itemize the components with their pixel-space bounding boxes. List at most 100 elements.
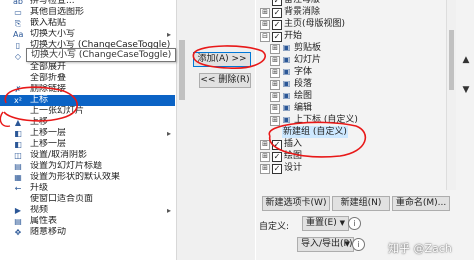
checkbox[interactable]: ✓ — [272, 140, 282, 150]
command-item[interactable]: 上一张幻灯片 — [0, 106, 175, 117]
checkbox[interactable]: ✓ — [272, 32, 282, 42]
help-icon[interactable]: i — [352, 238, 365, 251]
checkbox[interactable]: ✓ — [272, 164, 282, 174]
command-item[interactable]: ✥ 随意移动 — [0, 227, 175, 238]
ribbon-tab-node[interactable]: ⊞ ✓ 插入 — [256, 138, 456, 150]
remove-button[interactable]: << 删除(R) — [199, 73, 251, 88]
commands-scrollbar[interactable] — [176, 0, 187, 260]
properties-icon: ▤ — [14, 217, 22, 226]
ribbon-group-node[interactable]: 新建组 (自定义) — [256, 126, 456, 138]
rename-button[interactable]: 重命名(M)... — [392, 196, 450, 211]
command-label: 拼写检查... — [30, 0, 75, 6]
ribbon-tab-node[interactable]: ⊞ ✓ 主页(母版视图) — [256, 18, 456, 30]
ribbon-tab-node[interactable]: ⊞ ✓ 背景消除 — [256, 6, 456, 18]
expand-toggle-icon[interactable]: ⊞ — [270, 44, 280, 54]
command-item[interactable]: ab 拼写检查... — [0, 0, 175, 7]
command-item[interactable]: Aa 切换大小写 ▸ — [0, 29, 175, 40]
command-item[interactable]: ◧ 上移一层 ▸ — [0, 128, 175, 139]
command-label: 升级 — [30, 183, 49, 193]
move-up-icon: ▲ — [14, 118, 22, 127]
command-label: 视频 — [30, 205, 49, 215]
expand-toggle-icon[interactable]: ⊟ — [260, 32, 270, 42]
title-icon: ▤ — [14, 162, 22, 171]
scrollbar-thumb[interactable] — [449, 30, 454, 90]
expand-toggle-icon[interactable]: ⊞ — [260, 8, 270, 18]
command-item[interactable]: ▶ 视频 ▸ — [0, 205, 175, 216]
commands-list[interactable]: ab 拼写检查... ▭ 其他自选图形 ⎘ 嵌入粘贴 Aa 切换大小写 ▸ ▯ 切换大小写 (Cha… — [0, 0, 175, 238]
expand-toggle-icon[interactable]: ⊞ — [260, 20, 270, 30]
command-item[interactable]: 全部展开 — [0, 62, 175, 73]
tree-node-label: 绘图 — [284, 151, 303, 161]
command-item[interactable]: ⎘ 嵌入粘贴 — [0, 18, 175, 29]
ribbon-tree-scrollbar[interactable] — [446, 0, 456, 190]
ribbon-group-node[interactable]: ⊞ ▣ 绘图 — [256, 90, 456, 102]
expand-toggle-icon[interactable]: ⊞ — [270, 68, 280, 78]
command-label: 上移一层 — [30, 128, 67, 138]
command-item[interactable]: ◫ 设置/取消阴影 — [0, 150, 175, 161]
default-icon: ▦ — [14, 173, 22, 182]
expand-toggle-icon[interactable]: ⊞ — [260, 164, 270, 174]
ribbon-group-node[interactable]: ⊞ ▣ 上下标 (自定义) — [256, 114, 456, 126]
command-item[interactable]: ← 升级 — [0, 183, 175, 194]
move-down-arrow-icon[interactable]: ▼ — [459, 85, 473, 95]
group-icon: ▣ — [282, 115, 291, 124]
command-label: 使窗口适合页面 — [30, 194, 94, 204]
command-item[interactable]: ▦ 设置为形状的默认效果 — [0, 172, 175, 183]
expand-toggle-icon[interactable]: ⊞ — [270, 116, 280, 126]
move-up-arrow-icon[interactable]: ▲ — [459, 55, 473, 65]
reset-dropdown[interactable]: 重置(E) ▼ — [302, 216, 349, 231]
new-group-button[interactable]: 新建组(N) — [332, 196, 390, 211]
command-item[interactable]: ▤ 设置为幻灯片标题 — [0, 161, 175, 172]
ribbon-group-node[interactable]: ⊞ ▣ 字体 — [256, 66, 456, 78]
command-item[interactable]: 使窗口适合页面 — [0, 194, 175, 205]
spellcheck-icon: ab — [13, 0, 23, 6]
command-item[interactable]: ▤ 属性表 — [0, 216, 175, 227]
ribbon-tree[interactable]: ✓ 备注母版 ⊞ ✓ 背景消除 ⊞ ✓ 主页(母版视图) ⊟ ✓ 开始 ⊞ ▣ 剪贴板 ⊞ ▣ 幻灯片 ⊞ ▣ 字体 ⊞… — [256, 0, 456, 174]
video-icon: ▶ — [14, 206, 22, 215]
watermark: 知乎 @Zach — [388, 242, 452, 255]
scrollbar-thumb[interactable] — [179, 40, 185, 100]
promote-icon: ← — [14, 184, 22, 193]
command-label: 嵌入粘贴 — [30, 18, 67, 28]
shape-icon: ▭ — [14, 8, 22, 17]
ribbon-tab-node[interactable]: ⊞ ✓ 设计 — [256, 162, 456, 174]
submenu-arrow-icon: ▸ — [166, 129, 171, 138]
command-label: 上移一层 — [30, 139, 67, 149]
command-item[interactable]: ◧ 上移一层 — [0, 139, 175, 150]
tree-node-label: 字体 — [294, 67, 313, 77]
ribbon-group-node[interactable]: ⊞ ▣ 剪贴板 — [256, 42, 456, 54]
import-export-dropdown[interactable]: 导入/导出(P) ▼ — [297, 237, 354, 252]
new-tab-button[interactable]: 新建选项卡(W) — [262, 196, 330, 211]
group-icon: ▣ — [282, 55, 291, 64]
ribbon-tab-node[interactable]: ⊟ ✓ 开始 — [256, 30, 456, 42]
tree-node-label: 开始 — [284, 31, 303, 41]
shadow-icon: ◫ — [14, 151, 22, 160]
checkbox[interactable]: ✓ — [272, 8, 282, 18]
move-icon: ✥ — [14, 228, 22, 237]
group-icon: ▣ — [282, 79, 291, 88]
expand-toggle-icon[interactable]: ⊞ — [270, 92, 280, 102]
command-item[interactable]: x² 上标 — [0, 95, 175, 106]
command-label: 上标 — [30, 95, 49, 105]
expand-toggle-icon[interactable]: ⊞ — [270, 56, 280, 66]
command-item[interactable]: ▭ 其他自选图形 — [0, 7, 175, 18]
help-icon[interactable]: i — [348, 217, 361, 230]
tag-icon: ▯ — [15, 41, 21, 50]
expand-toggle-icon[interactable]: ⊞ — [270, 80, 280, 90]
checkbox[interactable]: ✓ — [272, 20, 282, 30]
checkbox[interactable]: ✓ — [272, 152, 282, 162]
ribbon-group-node[interactable]: ⊞ ▣ 幻灯片 — [256, 54, 456, 66]
ribbon-group-node[interactable]: ⊞ ▣ 段落 — [256, 78, 456, 90]
expand-toggle-icon[interactable]: ⊞ — [260, 152, 270, 162]
ribbon-tab-node[interactable]: ⊞ ✓ 绘图 — [256, 150, 456, 162]
expand-toggle-icon[interactable]: ⊞ — [270, 104, 280, 114]
command-item[interactable]: 全部折叠 — [0, 73, 175, 84]
command-item[interactable]: ▲ 上移 — [0, 117, 175, 128]
command-item[interactable]: ✗ 删除链接 — [0, 84, 175, 95]
transfer-buttons-pane: 添加(A) >> << 删除(R) — [187, 0, 255, 260]
submenu-arrow-icon: ▸ — [166, 206, 171, 215]
command-label: 删除链接 — [30, 84, 67, 94]
ribbon-group-node[interactable]: ⊞ ▣ 编辑 — [256, 102, 456, 114]
expand-toggle-icon[interactable]: ⊞ — [260, 140, 270, 150]
add-button[interactable]: 添加(A) >> — [193, 52, 251, 67]
